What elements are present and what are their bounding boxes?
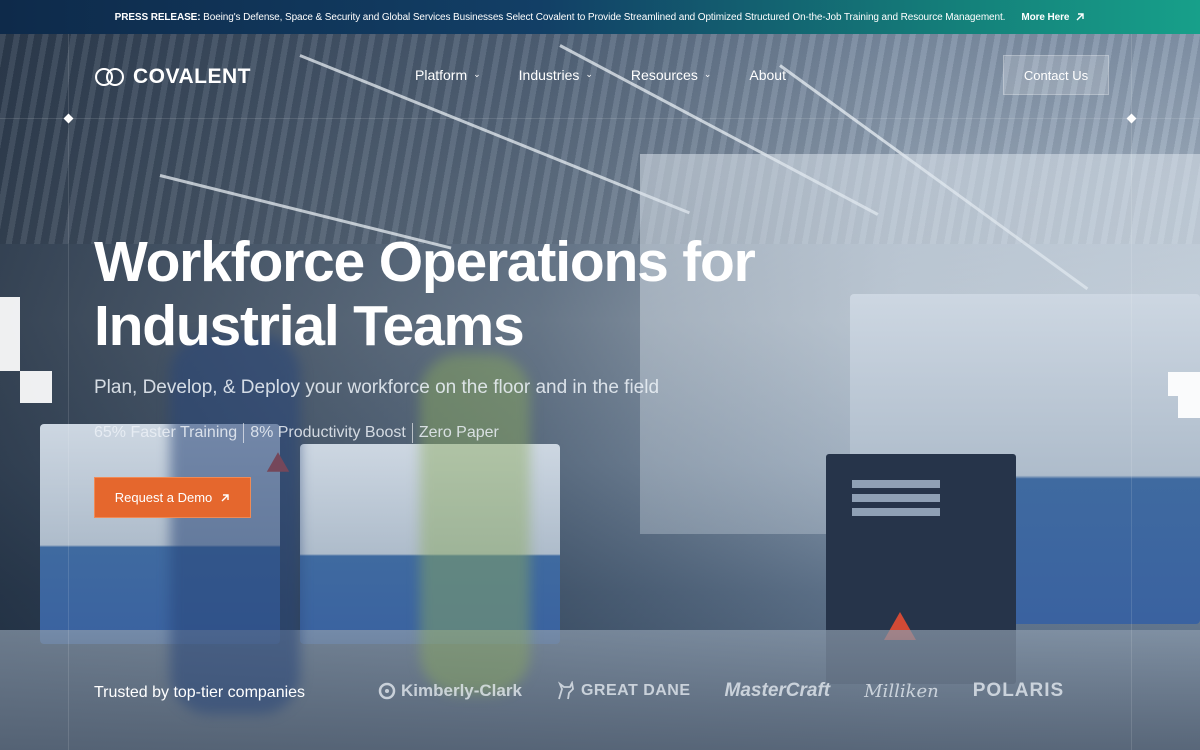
decorative-square	[20, 371, 52, 403]
stat-faster-training: 65% Faster Training	[94, 424, 238, 441]
grid-line	[0, 118, 1200, 119]
nav-item-industries[interactable]: Industries ⌄	[519, 67, 593, 83]
arrow-up-right-icon	[1076, 13, 1085, 21]
stat-zero-paper: Zero Paper	[418, 424, 499, 441]
hero-section: COVALENT Platform ⌄ Industries ⌄ Resourc…	[0, 34, 1200, 750]
request-demo-label: Request a Demo	[114, 490, 213, 505]
stat-productivity: 8% Productivity Boost	[250, 424, 406, 441]
more-here-label: More Here	[1021, 11, 1070, 23]
nav-item-about[interactable]: About	[749, 67, 786, 83]
arrow-up-right-icon	[221, 493, 229, 501]
kimberly-clark-text: Kimberly-Clark	[401, 681, 522, 700]
request-demo-button[interactable]: Request a Demo	[94, 477, 251, 518]
contact-us-button[interactable]: Contact Us	[1003, 55, 1109, 95]
great-dane-dog-icon	[557, 681, 574, 700]
covalent-logo[interactable]: COVALENT	[95, 65, 251, 89]
polaris-logo: POLARIS	[972, 680, 1065, 701]
main-nav: COVALENT Platform ⌄ Industries ⌄ Resourc…	[0, 34, 1200, 118]
nav-item-resources[interactable]: Resources ⌄	[631, 67, 711, 83]
logo-text: COVALENT	[133, 65, 251, 88]
headline-line-2: Industrial Teams	[94, 294, 525, 358]
kimberly-clark-mark-icon	[378, 682, 396, 700]
hero-stats: 65% Faster Training 8% Productivity Boos…	[94, 423, 499, 443]
press-release-label: PRESS RELEASE:	[114, 11, 201, 23]
great-dane-text: GREAT DANE	[580, 682, 691, 699]
more-here-link[interactable]: More Here	[1021, 12, 1085, 23]
decorative-square	[1178, 396, 1200, 418]
great-dane-logo: GREAT DANE	[556, 681, 691, 701]
kimberly-clark-logo: Kimberly-Clark	[378, 681, 522, 701]
mastercraft-logo: MasterCraft	[724, 680, 831, 701]
chevron-down-icon: ⌄	[473, 68, 481, 79]
customer-logos: Kimberly-Clark GREAT DANE MasterCraft Mi…	[378, 680, 1064, 702]
grid-line	[68, 34, 69, 750]
chevron-down-icon: ⌄	[585, 68, 593, 79]
decorative-square	[1168, 372, 1200, 396]
announcement-bar: PRESS RELEASE: Boeing's Defense, Space &…	[0, 0, 1200, 34]
cabinet-vent	[852, 494, 940, 502]
nav-item-label: Platform	[415, 67, 468, 83]
nav-item-label: Industries	[518, 67, 580, 83]
milliken-logo: Milliken	[864, 680, 939, 702]
grid-line	[1131, 34, 1132, 750]
nav-item-platform[interactable]: Platform ⌄	[415, 67, 481, 83]
chevron-down-icon: ⌄	[703, 68, 712, 79]
blurred-worker	[420, 354, 530, 694]
stat-divider	[411, 423, 413, 443]
nav-item-label: Resources	[630, 67, 698, 83]
press-release-text: Boeing's Defense, Space & Security and G…	[203, 11, 1006, 23]
covalent-logo-icon	[95, 68, 125, 86]
stat-divider	[243, 423, 245, 443]
hero-subhead: Plan, Develop, & Deploy your workforce o…	[94, 377, 660, 398]
decorative-square	[0, 297, 20, 371]
nav-links: Platform ⌄ Industries ⌄ Resources ⌄ Abou…	[415, 67, 824, 83]
trusted-by-label: Trusted by top-tier companies	[94, 684, 306, 701]
announcement-text: PRESS RELEASE: Boeing's Defense, Space &…	[115, 12, 1006, 23]
cabinet-vent	[852, 508, 940, 516]
headline-line-1: Workforce Operations for	[94, 230, 756, 294]
cabinet-vent	[852, 480, 940, 488]
nav-item-label: About	[749, 67, 786, 83]
hero-headline: Workforce Operations for Industrial Team…	[94, 230, 814, 358]
